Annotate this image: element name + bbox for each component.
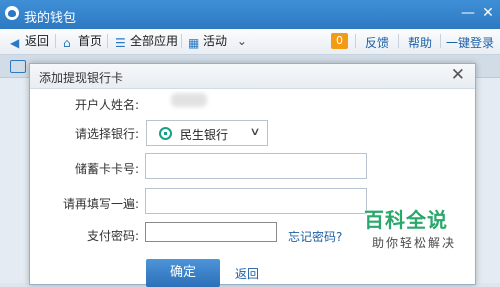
card-confirm-label: 请再填写一遍: (62, 197, 139, 211)
watermark: 百科全说 助你轻松解决 (362, 204, 492, 256)
bank-selected-value: 民生银行 (180, 128, 229, 142)
gift-icon: ▦ (188, 36, 200, 50)
qq-penguin-icon (5, 6, 19, 20)
chevron-down-icon: ⌄ (236, 34, 247, 48)
payment-password-label: 支付密码: (86, 229, 139, 243)
close-window-button[interactable]: ✕ (479, 4, 497, 22)
activity-label: 活动 (203, 34, 228, 48)
home-icon: ⌂ (63, 36, 71, 50)
watermark-slogan: 助你轻松解决 (372, 236, 457, 250)
list-icon: ☰ (115, 36, 126, 50)
activity-menu[interactable]: ▦ 活动 ⌄ (188, 34, 247, 49)
help-link[interactable]: 帮助 (408, 34, 432, 51)
card-number-input[interactable] (145, 153, 367, 179)
back-button[interactable]: ◀ 返回 (10, 34, 49, 49)
minsheng-bank-logo-icon (159, 127, 172, 140)
one-click-login-link[interactable]: 一键登录 (446, 34, 494, 51)
forgot-password-link[interactable]: 忘记密码? (288, 228, 342, 245)
feedback-link[interactable]: 反馈 (365, 34, 389, 51)
dialog-header: 添加提现银行卡 ✕ (30, 64, 475, 89)
all-apps-button[interactable]: ☰ 全部应用 (115, 34, 178, 49)
dialog-back-link[interactable]: 返回 (235, 265, 259, 282)
title-bar: 我的钱包 — ✕ (0, 0, 500, 29)
wallet-card-icon (10, 60, 26, 73)
account-name-label: 开户人姓名: (74, 98, 139, 112)
bank-label: 请选择银行: (74, 127, 139, 141)
window-title: 我的钱包 (24, 11, 77, 26)
card-number-label: 储蓄卡卡号: (74, 162, 139, 176)
dialog-title: 添加提现银行卡 (39, 71, 124, 85)
all-apps-label: 全部应用 (130, 34, 179, 48)
back-arrow-icon: ◀ (10, 36, 20, 50)
chevron-down-icon: ∨ (249, 125, 261, 138)
home-label: 首页 (78, 34, 103, 48)
home-button[interactable]: ⌂ 首页 (63, 34, 102, 49)
back-label: 返回 (25, 34, 50, 48)
card-confirm-input[interactable] (145, 188, 367, 214)
payment-password-input[interactable] (145, 222, 277, 242)
bank-select[interactable]: 民生银行 ∨ (146, 120, 268, 146)
minimize-button[interactable]: — (459, 4, 477, 22)
account-name-value-redacted (171, 93, 207, 107)
watermark-brand: 百科全说 (364, 208, 448, 232)
close-icon[interactable]: ✕ (451, 66, 465, 84)
notification-badge[interactable]: 0 (331, 33, 348, 49)
